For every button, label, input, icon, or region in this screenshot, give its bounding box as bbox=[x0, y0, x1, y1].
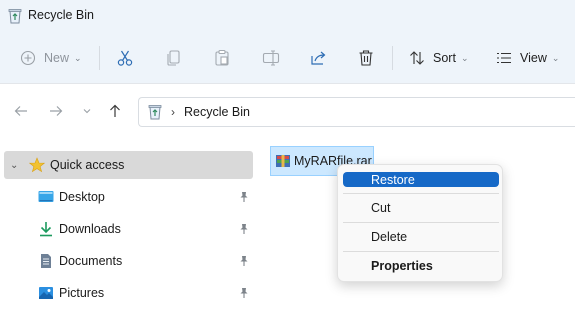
new-button[interactable]: New ⌄ bbox=[20, 44, 82, 72]
chevron-down-icon: ⌄ bbox=[460, 52, 469, 63]
chevron-down-icon: ⌄ bbox=[551, 52, 560, 63]
arrow-up-icon bbox=[110, 104, 120, 117]
window-title: Recycle Bin bbox=[28, 8, 94, 22]
new-label: New bbox=[44, 51, 70, 65]
rar-archive-icon bbox=[276, 155, 290, 167]
sidebar-item-quick-access[interactable]: ⌄ Quick access bbox=[4, 151, 253, 179]
view-button[interactable]: View ⌄ bbox=[496, 44, 559, 72]
sidebar-item-label: Desktop bbox=[59, 190, 105, 204]
chevron-down-icon: ⌄ bbox=[74, 52, 82, 63]
menu-item-label: Delete bbox=[371, 230, 408, 244]
pin-icon[interactable] bbox=[238, 287, 250, 299]
sidebar-item-downloads[interactable]: Downloads bbox=[0, 215, 258, 243]
copy-icon bbox=[167, 50, 180, 66]
toolbar-divider bbox=[99, 46, 100, 70]
context-menu: Restore Cut Delete Properties bbox=[337, 164, 503, 282]
rename-icon bbox=[262, 50, 280, 66]
sort-button[interactable]: Sort ⌄ bbox=[409, 44, 468, 72]
address-bar[interactable]: › Recycle Bin bbox=[138, 97, 575, 127]
chevron-down-icon[interactable]: ⌄ bbox=[10, 160, 18, 171]
download-icon bbox=[40, 222, 52, 237]
navigation-pane: ⌄ Quick access Desktop Downloads Documen… bbox=[0, 138, 258, 310]
star-icon bbox=[29, 157, 45, 173]
delete-button[interactable] bbox=[358, 44, 374, 72]
share-button[interactable] bbox=[310, 44, 328, 72]
paste-button[interactable] bbox=[214, 44, 230, 72]
new-icon bbox=[20, 50, 36, 66]
pin-icon[interactable] bbox=[238, 223, 250, 235]
sort-icon bbox=[410, 51, 424, 65]
menu-item-restore[interactable]: Restore bbox=[343, 172, 499, 187]
menu-item-cut[interactable]: Cut bbox=[343, 197, 499, 219]
sidebar-item-label: Pictures bbox=[59, 286, 105, 300]
menu-item-label: Restore bbox=[371, 172, 415, 187]
sidebar-item-desktop[interactable]: Desktop bbox=[0, 183, 258, 211]
pin-icon[interactable] bbox=[238, 255, 250, 267]
menu-item-label: Cut bbox=[371, 201, 391, 215]
sidebar-item-documents[interactable]: Documents bbox=[0, 247, 258, 275]
forward-button[interactable] bbox=[45, 100, 67, 122]
desktop-icon bbox=[38, 191, 54, 202]
command-toolbar: New ⌄ Sort ⌄ View ⌄ bbox=[0, 32, 575, 84]
sort-label: Sort bbox=[433, 51, 456, 65]
documents-icon bbox=[41, 254, 51, 268]
toolbar-divider bbox=[392, 46, 393, 70]
share-icon bbox=[311, 51, 326, 65]
arrow-left-icon bbox=[14, 106, 27, 116]
menu-item-properties[interactable]: Properties bbox=[343, 255, 499, 277]
sidebar-item-label: Downloads bbox=[59, 222, 121, 236]
delete-icon bbox=[359, 50, 373, 66]
breadcrumb-recycle-bin[interactable]: Recycle Bin bbox=[184, 105, 250, 119]
menu-item-delete[interactable]: Delete bbox=[343, 226, 499, 248]
paste-icon bbox=[215, 49, 229, 66]
chevron-down-icon bbox=[83, 109, 91, 114]
cut-icon bbox=[117, 50, 133, 66]
title-bar: Recycle Bin bbox=[0, 0, 575, 32]
menu-divider bbox=[343, 251, 499, 252]
sidebar-item-label: Quick access bbox=[50, 158, 125, 172]
pictures-icon bbox=[39, 287, 53, 299]
pin-icon[interactable] bbox=[238, 191, 250, 203]
menu-divider bbox=[343, 222, 499, 223]
arrow-right-icon bbox=[50, 106, 63, 116]
back-button[interactable] bbox=[10, 100, 32, 122]
rename-button[interactable] bbox=[262, 44, 280, 72]
view-icon bbox=[497, 52, 511, 64]
sidebar-item-pictures[interactable]: Pictures bbox=[0, 279, 258, 307]
recycle-bin-icon bbox=[8, 9, 22, 24]
copy-button[interactable] bbox=[166, 44, 182, 72]
recycle-bin-icon bbox=[148, 105, 162, 120]
cut-button[interactable] bbox=[116, 44, 134, 72]
menu-item-label: Properties bbox=[371, 259, 433, 273]
navigation-bar: › Recycle Bin bbox=[0, 84, 575, 138]
up-button[interactable] bbox=[104, 100, 126, 122]
recent-locations-button[interactable] bbox=[76, 100, 98, 122]
view-label: View bbox=[520, 51, 547, 65]
menu-divider bbox=[343, 193, 499, 194]
sidebar-item-label: Documents bbox=[59, 254, 123, 268]
chevron-right-icon[interactable]: › bbox=[171, 105, 175, 119]
